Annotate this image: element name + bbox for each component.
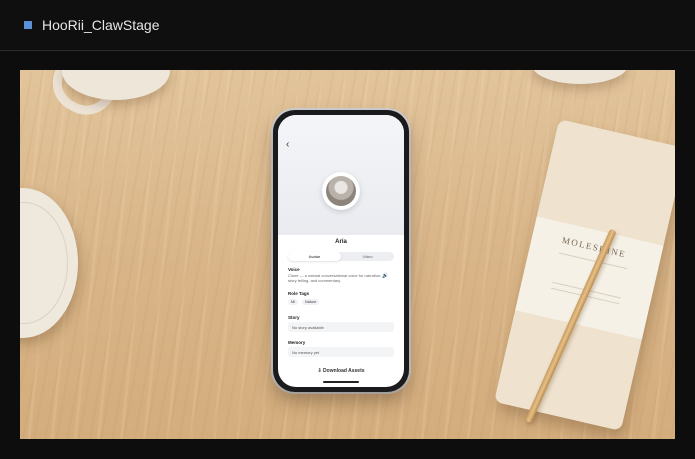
role-tags-label: Role Tags xyxy=(288,291,310,296)
window-title: HooRii_ClawStage xyxy=(42,17,160,33)
story-label: Story xyxy=(288,315,300,320)
phone-screen: ‹ Aria Avatar Video Voice Clone — a natu… xyxy=(278,115,404,387)
avatar xyxy=(326,176,356,206)
app-icon xyxy=(24,21,32,29)
role-tag: Nature xyxy=(302,299,320,305)
memory-label: Memory xyxy=(288,340,306,345)
tab-switch: Avatar Video xyxy=(288,252,394,261)
preview-image: MOLESKINE ‹ Aria Avatar Video Voice Clon… xyxy=(20,70,675,439)
download-assets-label: Download Assets xyxy=(323,368,365,374)
home-indicator xyxy=(323,381,359,383)
speaker-icon[interactable]: 🔊 xyxy=(382,273,388,279)
character-name: Aria xyxy=(335,239,347,245)
tab-avatar[interactable]: Avatar xyxy=(288,252,341,261)
download-icon: ⇩ xyxy=(317,368,322,374)
voice-label: Voice xyxy=(288,267,300,272)
tab-video[interactable]: Video xyxy=(341,252,394,261)
chevron-left-icon[interactable]: ‹ xyxy=(286,139,289,150)
memory-value: No memory yet xyxy=(292,350,320,355)
download-assets-button[interactable]: ⇩ Download Assets xyxy=(278,368,404,374)
title-bar: HooRii_ClawStage xyxy=(0,0,695,51)
role-tag: Mi xyxy=(288,299,299,305)
story-value: No story available xyxy=(292,325,324,330)
smartphone: ‹ Aria Avatar Video Voice Clone — a natu… xyxy=(273,110,409,392)
voice-description: Clone — a natural conversational voice f… xyxy=(288,273,382,283)
